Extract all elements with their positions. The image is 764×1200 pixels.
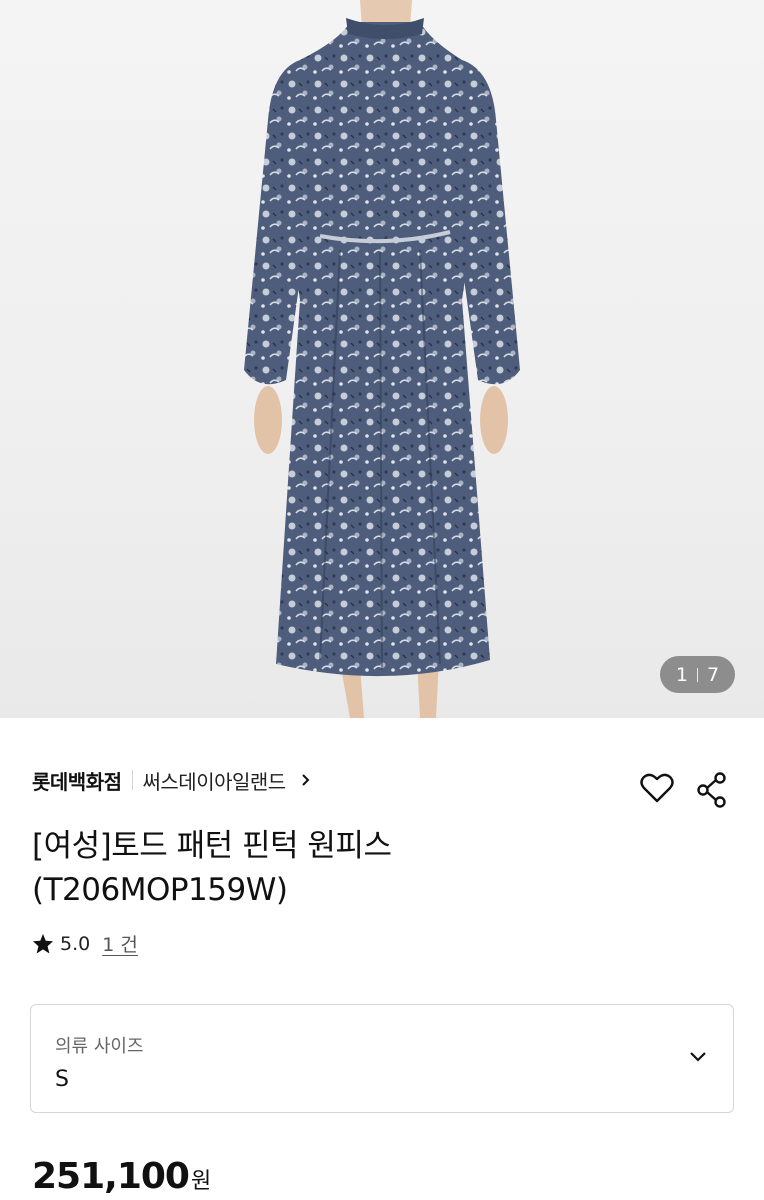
brand-breadcrumb: 롯데백화점 써스데이아일랜드 xyxy=(32,764,312,796)
product-price: 251,100 원 xyxy=(32,1156,211,1197)
star-icon xyxy=(32,933,54,954)
dress-photo xyxy=(244,0,520,718)
product-actions xyxy=(640,772,728,808)
image-counter-total: 7 xyxy=(707,663,720,686)
review-count-link[interactable]: 1 건 xyxy=(102,930,138,957)
price-unit: 원 xyxy=(190,1169,212,1194)
image-counter: 1 7 xyxy=(660,656,735,693)
chevron-right-icon[interactable] xyxy=(300,774,312,786)
counter-divider xyxy=(697,667,698,682)
size-select-label: 의류 사이즈 xyxy=(55,1036,144,1057)
product-title-line: [여성]토드 패턴 핀턱 원피스 xyxy=(32,828,392,864)
share-icon[interactable] xyxy=(696,772,728,808)
product-image-gallery[interactable]: 1 7 xyxy=(0,0,764,718)
rating-score: 5.0 xyxy=(60,932,91,955)
size-select-value: S xyxy=(55,1067,69,1092)
brand-name-link[interactable]: 써스데이아일랜드 xyxy=(143,766,287,795)
product-title: [여성]토드 패턴 핀턱 원피스 (T206MOP159W) xyxy=(32,824,632,912)
chevron-down-icon xyxy=(690,1052,706,1062)
size-select[interactable]: 의류 사이즈 S xyxy=(30,1004,734,1113)
breadcrumb-divider xyxy=(131,770,133,790)
product-code: (T206MOP159W) xyxy=(32,872,288,908)
price-amount: 251,100 xyxy=(32,1156,190,1197)
image-counter-current: 1 xyxy=(675,663,688,686)
product-rating: 5.0 1 건 xyxy=(32,930,138,957)
heart-icon[interactable] xyxy=(640,772,674,804)
store-name[interactable]: 롯데백화점 xyxy=(32,766,122,795)
